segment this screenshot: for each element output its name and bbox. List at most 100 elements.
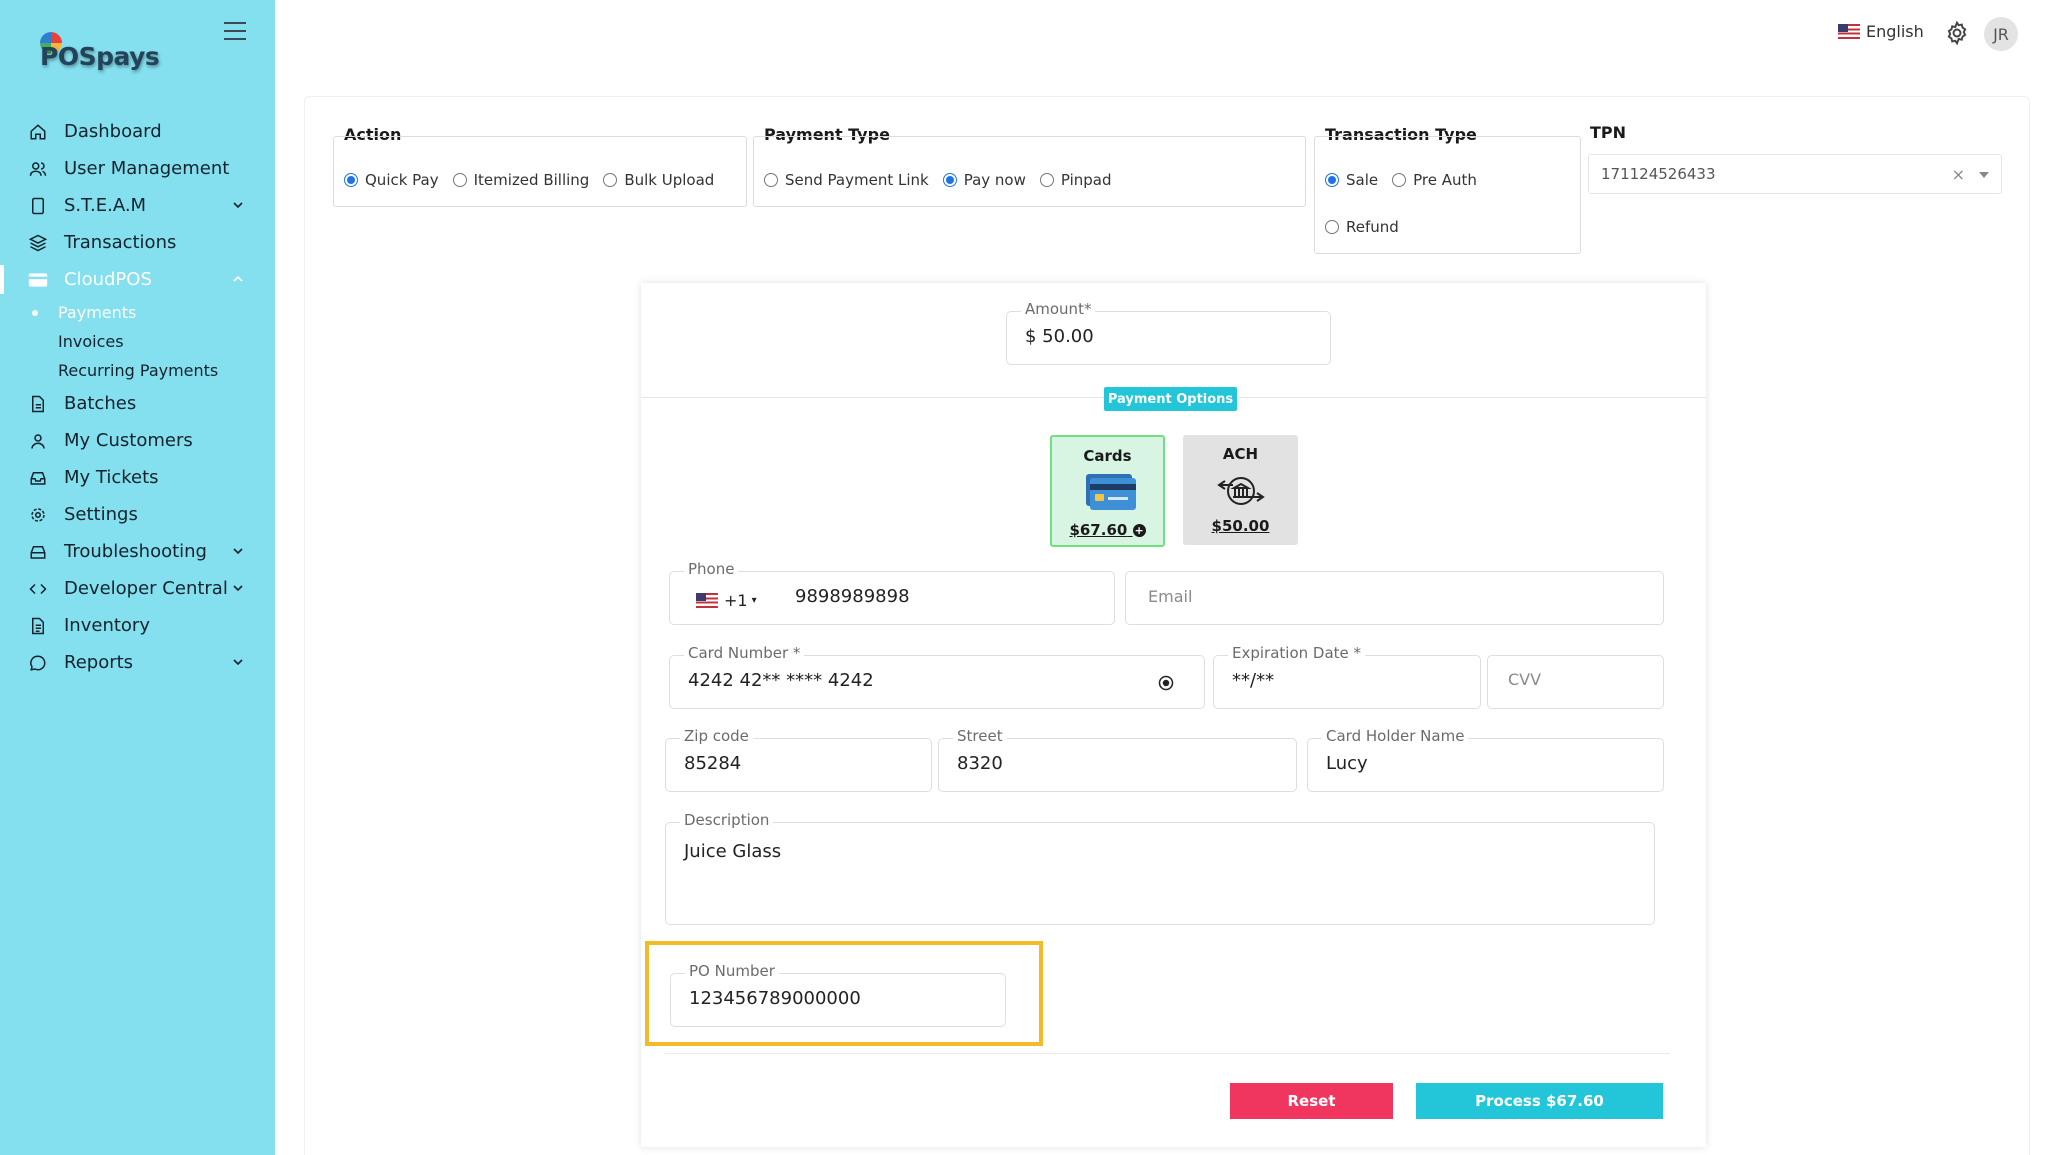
language-selector[interactable]: English [1838,22,1924,41]
sidebar-item-user-management[interactable]: User Management [0,150,275,187]
sidebar-subitem-payments[interactable]: Payments [0,298,275,327]
sidebar-item-cloudpos[interactable]: CloudPOS [0,261,275,298]
amount-field[interactable]: Amount* $ 50.00 [1006,300,1331,365]
logo[interactable]: POSpays [40,42,160,71]
radio-label: Quick Pay [365,171,439,189]
divider [665,1053,1670,1054]
phone-field[interactable]: Phone +1 ▾ 9898989898 [669,560,1115,625]
card-holder-name-value: Lucy [1326,753,1368,774]
sidebar-item-reports[interactable]: Reports [0,644,275,681]
country-code-selector[interactable]: +1 ▾ [696,591,757,610]
sidebar-item-my-customers[interactable]: My Customers [0,422,275,459]
sidebar-subitem-label: Invoices [58,332,124,351]
radio-sale[interactable]: Sale [1325,171,1378,189]
settings-gear-icon[interactable] [1944,20,1970,46]
sidebar-item-label: Inventory [64,615,150,636]
plus-circle-icon: + [1132,524,1146,537]
radio-label: Pay now [963,171,1026,189]
bank-transfer-icon [1217,477,1265,505]
process-button[interactable]: Process $67.60 [1416,1083,1663,1119]
chevron-down-icon[interactable] [230,580,246,596]
radio-label: Refund [1346,218,1399,236]
caret-down-icon: ▾ [751,595,757,606]
sidebar-item-troubleshooting[interactable]: Troubleshooting [0,533,275,570]
expiration-date-label: Expiration Date * [1228,644,1366,662]
street-value: 8320 [957,753,1003,774]
option-cards-amount: $67.60 + [1052,521,1163,539]
radio-quick-pay[interactable]: Quick Pay [344,171,439,189]
chevron-down-icon[interactable] [230,543,246,559]
tpn-select[interactable]: 171124526433 × [1588,154,2002,194]
sidebar-item-developer-central[interactable]: Developer Central [0,570,275,607]
tpn-title: TPN [1590,123,1627,142]
po-number-label: PO Number [685,962,779,980]
cvv-field[interactable]: CVV [1487,655,1664,709]
radio-send-payment-link[interactable]: Send Payment Link [764,171,929,189]
sidebar-item-batches[interactable]: Batches [0,385,275,422]
expiration-date-field[interactable]: Expiration Date * **/** [1213,644,1481,709]
caret-down-icon[interactable] [1979,172,1989,178]
radio-label: Pinpad [1060,171,1112,189]
radio-icon [1325,220,1339,234]
clear-circle-icon[interactable] [1158,675,1174,691]
menu-toggle-icon[interactable] [224,22,246,40]
option-ach-amount: $50.00 [1211,517,1270,535]
radio-pay-now[interactable]: Pay now [942,171,1026,189]
sidebar-item-label: S.T.E.A.M [64,195,147,216]
payment-options-badge: Payment Options [1104,387,1237,411]
clear-icon[interactable]: × [1952,165,1965,184]
radio-selected-icon [942,173,957,187]
sidebar-subitem-recurring-payments[interactable]: Recurring Payments [0,356,275,385]
option-ach[interactable]: ACH $50.00 [1183,435,1298,545]
sidebar-item-label: Batches [64,393,137,414]
radio-bulk-upload[interactable]: Bulk Upload [603,171,714,189]
user-avatar[interactable]: JR [1984,17,2018,51]
sidebar-item-transactions[interactable]: Transactions [0,224,275,261]
sidebar-subitem-label: Payments [58,303,137,322]
card-number-field[interactable]: Card Number * 4242 42** **** 4242 [669,644,1205,709]
radio-label: Sale [1346,171,1379,189]
sidebar-item-inventory[interactable]: Inventory [0,607,275,644]
sidebar: POSpays Dashboard User Management S.T.E.… [0,0,275,1155]
sidebar-item-dashboard[interactable]: Dashboard [0,113,275,150]
chat-icon [28,653,48,673]
phone-value: 9898989898 [795,586,910,607]
chevron-down-icon[interactable] [230,654,246,670]
card-holder-name-label: Card Holder Name [1322,727,1469,745]
chevron-up-icon[interactable] [230,271,246,287]
sidebar-item-label: My Customers [64,430,193,451]
tpn-value: 171124526433 [1601,165,1716,183]
us-flag-icon [1838,24,1860,39]
radio-itemized-billing[interactable]: Itemized Billing [452,171,589,189]
card-number-value: 4242 42** **** 4242 [688,670,874,691]
chevron-down-icon[interactable] [230,197,246,213]
bullet-icon [32,368,38,374]
radio-refund[interactable]: Refund [1325,218,1399,236]
sidebar-item-label: Dashboard [64,121,162,142]
option-cards[interactable]: Cards $67.60 + [1050,435,1165,547]
radio-pre-auth[interactable]: Pre Auth [1392,171,1477,189]
reset-button[interactable]: Reset [1230,1083,1393,1119]
cvv-placeholder: CVV [1508,670,1542,689]
card-icon [28,270,48,290]
code-icon [28,579,48,599]
sidebar-item-my-tickets[interactable]: My Tickets [0,459,275,496]
radio-pinpad[interactable]: Pinpad [1039,171,1112,189]
sidebar-item-settings[interactable]: Settings [0,496,275,533]
card-holder-name-field[interactable]: Card Holder Name Lucy [1307,727,1664,792]
email-field[interactable]: Email [1125,571,1664,625]
transaction-type-group: Sale Pre Auth Refund [1314,136,1581,254]
zip-code-field[interactable]: Zip code 85284 [665,727,932,792]
po-number-field[interactable]: PO Number 123456789000000 [670,962,1006,1027]
radio-icon [1392,173,1407,187]
description-field[interactable]: Description Juice Glass [665,811,1655,925]
zip-code-label: Zip code [680,727,753,745]
credit-card-icon [1086,474,1136,510]
sidebar-item-steam[interactable]: S.T.E.A.M [0,187,275,224]
device-icon [28,196,48,216]
street-field[interactable]: Street 8320 [938,727,1297,792]
radio-selected-icon [1325,173,1339,187]
sidebar-subitem-invoices[interactable]: Invoices [0,327,275,356]
radio-icon [452,173,467,187]
option-ach-title: ACH [1222,445,1259,463]
